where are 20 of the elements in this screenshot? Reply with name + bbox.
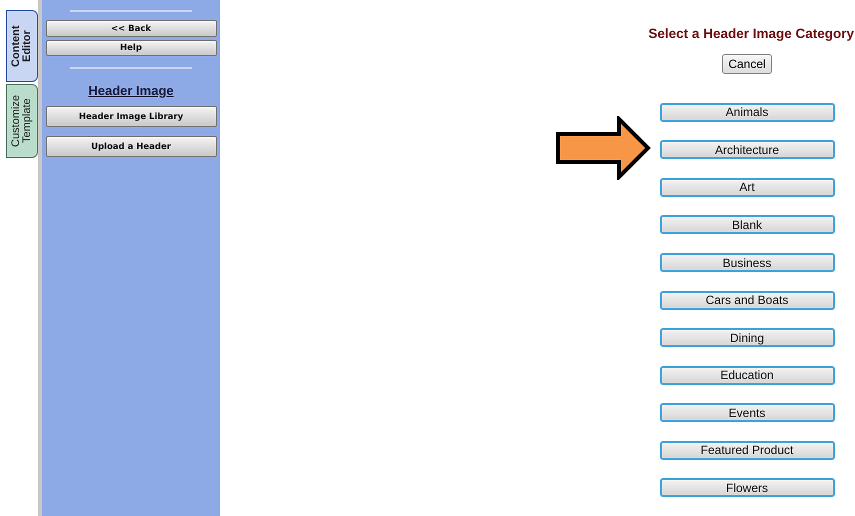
category-button[interactable]: Featured Product [660, 440, 834, 460]
help-button[interactable]: Help [46, 40, 216, 56]
category-button[interactable]: Events [660, 403, 834, 422]
category-button[interactable]: Dining [660, 328, 834, 348]
category-button[interactable]: Architecture [660, 140, 834, 160]
sidebar-button[interactable]: Header Image Library [46, 106, 216, 127]
page-title: Select a Header Image Category [648, 26, 854, 41]
section-title: Header Image [88, 83, 174, 98]
category-button[interactable]: Art [660, 178, 834, 197]
category-button[interactable]: Flowers [660, 478, 834, 498]
category-button[interactable]: Education [660, 366, 834, 385]
category-button[interactable]: Business [660, 253, 834, 272]
back-button[interactable]: << Back [46, 20, 216, 37]
cancel-button[interactable]: Cancel [722, 54, 772, 74]
sidebar-tab[interactable]: Customize Template [6, 84, 38, 158]
sidebar-button[interactable]: Upload a Header [46, 136, 216, 157]
sidebar-tab[interactable]: Content Editor [6, 10, 38, 82]
category-button[interactable]: Blank [660, 215, 834, 234]
category-button[interactable]: Cars and Boats [660, 290, 834, 310]
category-button[interactable]: Animals [660, 102, 834, 122]
